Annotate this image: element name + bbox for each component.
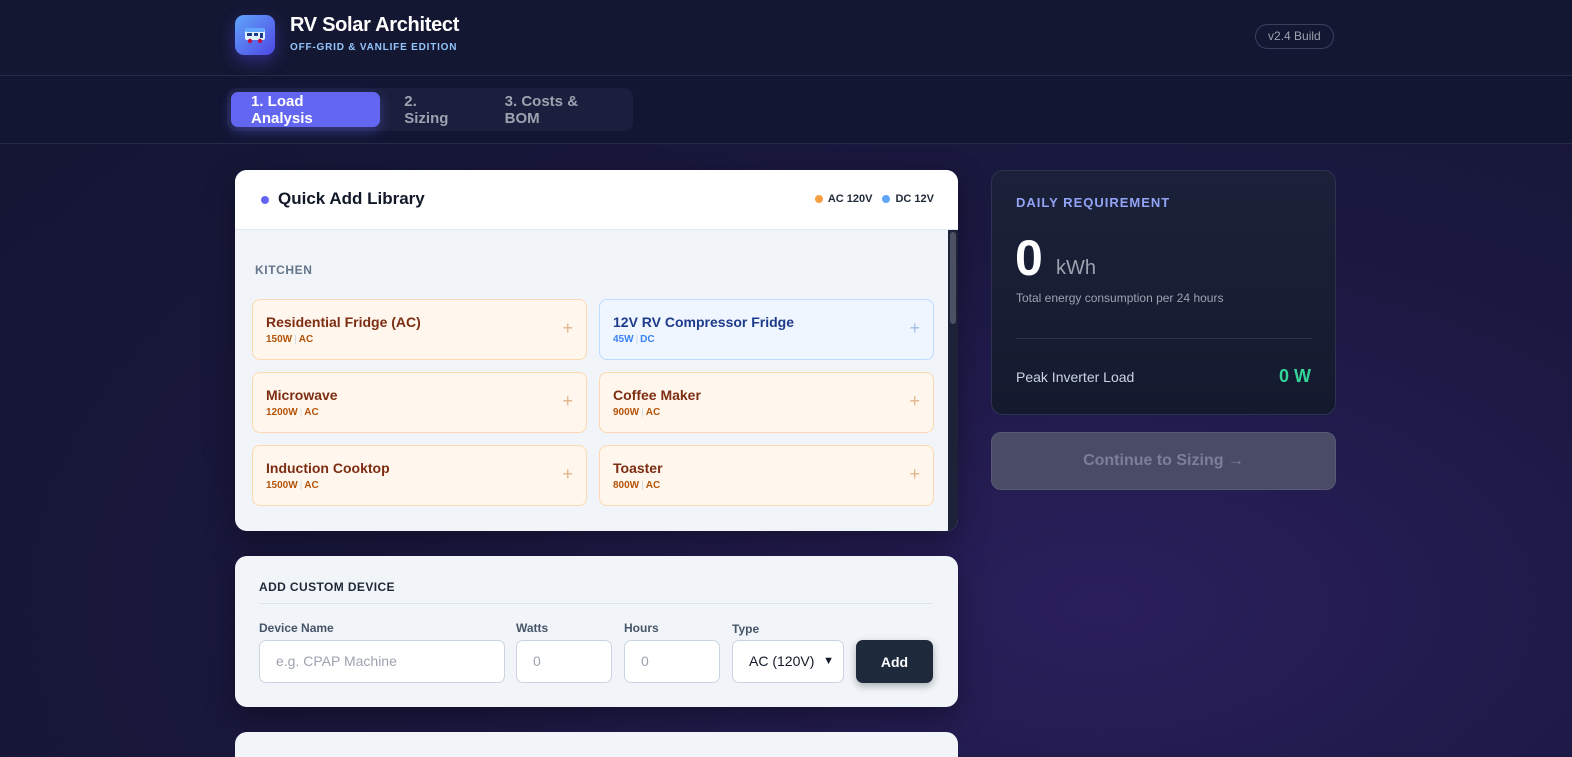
device-meta: 900W | AC — [613, 407, 661, 418]
add-plus-icon[interactable]: + — [562, 464, 573, 485]
daily-kwh-value: 0 — [1015, 230, 1043, 286]
add-plus-icon[interactable]: + — [909, 391, 920, 412]
dc-dot-icon — [882, 195, 891, 203]
peak-load-label: Peak Inverter Load — [1016, 369, 1135, 385]
device-card[interactable]: Residential Fridge (AC) 150W | AC + — [252, 299, 587, 360]
add-device-button[interactable]: Add — [856, 640, 933, 683]
device-card[interactable]: Microwave 1200W | AC + — [252, 372, 587, 433]
hours-input[interactable]: 0 — [624, 640, 720, 683]
device-card[interactable]: Induction Cooktop 1500W | AC + — [252, 445, 587, 506]
device-name: Residential Fridge (AC) — [266, 314, 421, 330]
quick-add-library: Quick Add Library AC 120V DC 12V KITCHEN… — [235, 170, 958, 531]
device-meta: 150W | AC — [266, 334, 314, 345]
type-select[interactable]: AC (120V) ▼ — [732, 640, 844, 683]
version-badge: v2.4 Build — [1255, 24, 1334, 49]
hours-label: Hours — [624, 621, 659, 635]
top-bar: RV Solar Architect OFF-GRID & VANLIFE ED… — [0, 0, 1572, 76]
legend-dc: DC 12V — [882, 193, 934, 205]
custom-form-title: ADD CUSTOM DEVICE — [259, 580, 395, 594]
device-meta: 45W | DC — [613, 334, 655, 345]
library-header: Quick Add Library AC 120V DC 12V — [235, 170, 958, 230]
device-meta: 800W | AC — [613, 480, 661, 491]
rv-logo-icon — [235, 15, 275, 55]
device-name: Induction Cooktop — [266, 460, 390, 476]
section-kitchen: KITCHEN — [255, 263, 313, 277]
legend-ac: AC 120V — [814, 193, 873, 205]
library-dot-icon — [261, 196, 269, 204]
add-plus-icon[interactable]: + — [909, 318, 920, 339]
device-name: 12V RV Compressor Fridge — [613, 314, 795, 330]
device-name: Toaster — [613, 460, 663, 476]
device-card[interactable]: 12V RV Compressor Fridge 45W | DC + — [599, 299, 934, 360]
device-name: Coffee Maker — [613, 387, 701, 403]
add-plus-icon[interactable]: + — [562, 318, 573, 339]
device-meta: 1200W | AC — [266, 407, 319, 418]
device-card[interactable]: Toaster 800W | AC + — [599, 445, 934, 506]
legend-ac-label: AC 120V — [827, 193, 873, 205]
watts-label: Watts — [516, 621, 549, 635]
app-title: RV Solar Architect — [290, 14, 460, 36]
daily-requirement-label: DAILY REQUIREMENT — [1016, 195, 1171, 210]
add-plus-icon[interactable]: + — [909, 464, 920, 485]
custom-device-form: ADD CUSTOM DEVICE Device Name e.g. CPAP … — [235, 556, 958, 707]
daily-requirement-card: DAILY REQUIREMENT 0 kWh Total energy con… — [991, 170, 1336, 415]
daily-kwh-unit: kWh — [1056, 257, 1096, 279]
power-legend: AC 120V DC 12V — [814, 193, 934, 205]
continue-to-sizing-button[interactable]: Continue to Sizing → — [991, 432, 1336, 490]
step-tabs: 1. Load Analysis 2. Sizing 3. Costs & BO… — [227, 88, 633, 131]
device-name: Microwave — [266, 387, 338, 403]
divider — [259, 603, 932, 604]
tab-sizing[interactable]: 2. Sizing — [384, 92, 480, 127]
device-name-label: Device Name — [259, 621, 334, 635]
tab-load-analysis[interactable]: 1. Load Analysis — [231, 92, 381, 127]
type-label: Type — [732, 622, 760, 636]
legend-dc-label: DC 12V — [895, 193, 934, 205]
peak-load-value: 0 W — [1278, 366, 1311, 386]
divider — [1016, 338, 1312, 339]
library-scrollbar-thumb[interactable] — [950, 232, 956, 324]
type-select-value: AC (120V) — [749, 653, 815, 669]
chevron-down-icon: ▼ — [823, 655, 834, 667]
daily-requirement-desc: Total energy consumption per 24 hours — [1016, 291, 1224, 305]
watts-input[interactable]: 0 — [516, 640, 612, 683]
device-list-card — [235, 732, 958, 757]
ac-dot-icon — [814, 195, 823, 203]
tab-bar: 1. Load Analysis 2. Sizing 3. Costs & BO… — [0, 76, 1572, 144]
library-title: Quick Add Library — [278, 189, 425, 208]
device-name-input[interactable]: e.g. CPAP Machine — [259, 640, 505, 683]
device-card[interactable]: Coffee Maker 900W | AC + — [599, 372, 934, 433]
tab-costs-bom[interactable]: 3. Costs & BOM — [485, 92, 629, 127]
add-plus-icon[interactable]: + — [562, 391, 573, 412]
app-subtitle: OFF-GRID & VANLIFE EDITION — [290, 42, 458, 53]
device-meta: 1500W | AC — [266, 480, 319, 491]
